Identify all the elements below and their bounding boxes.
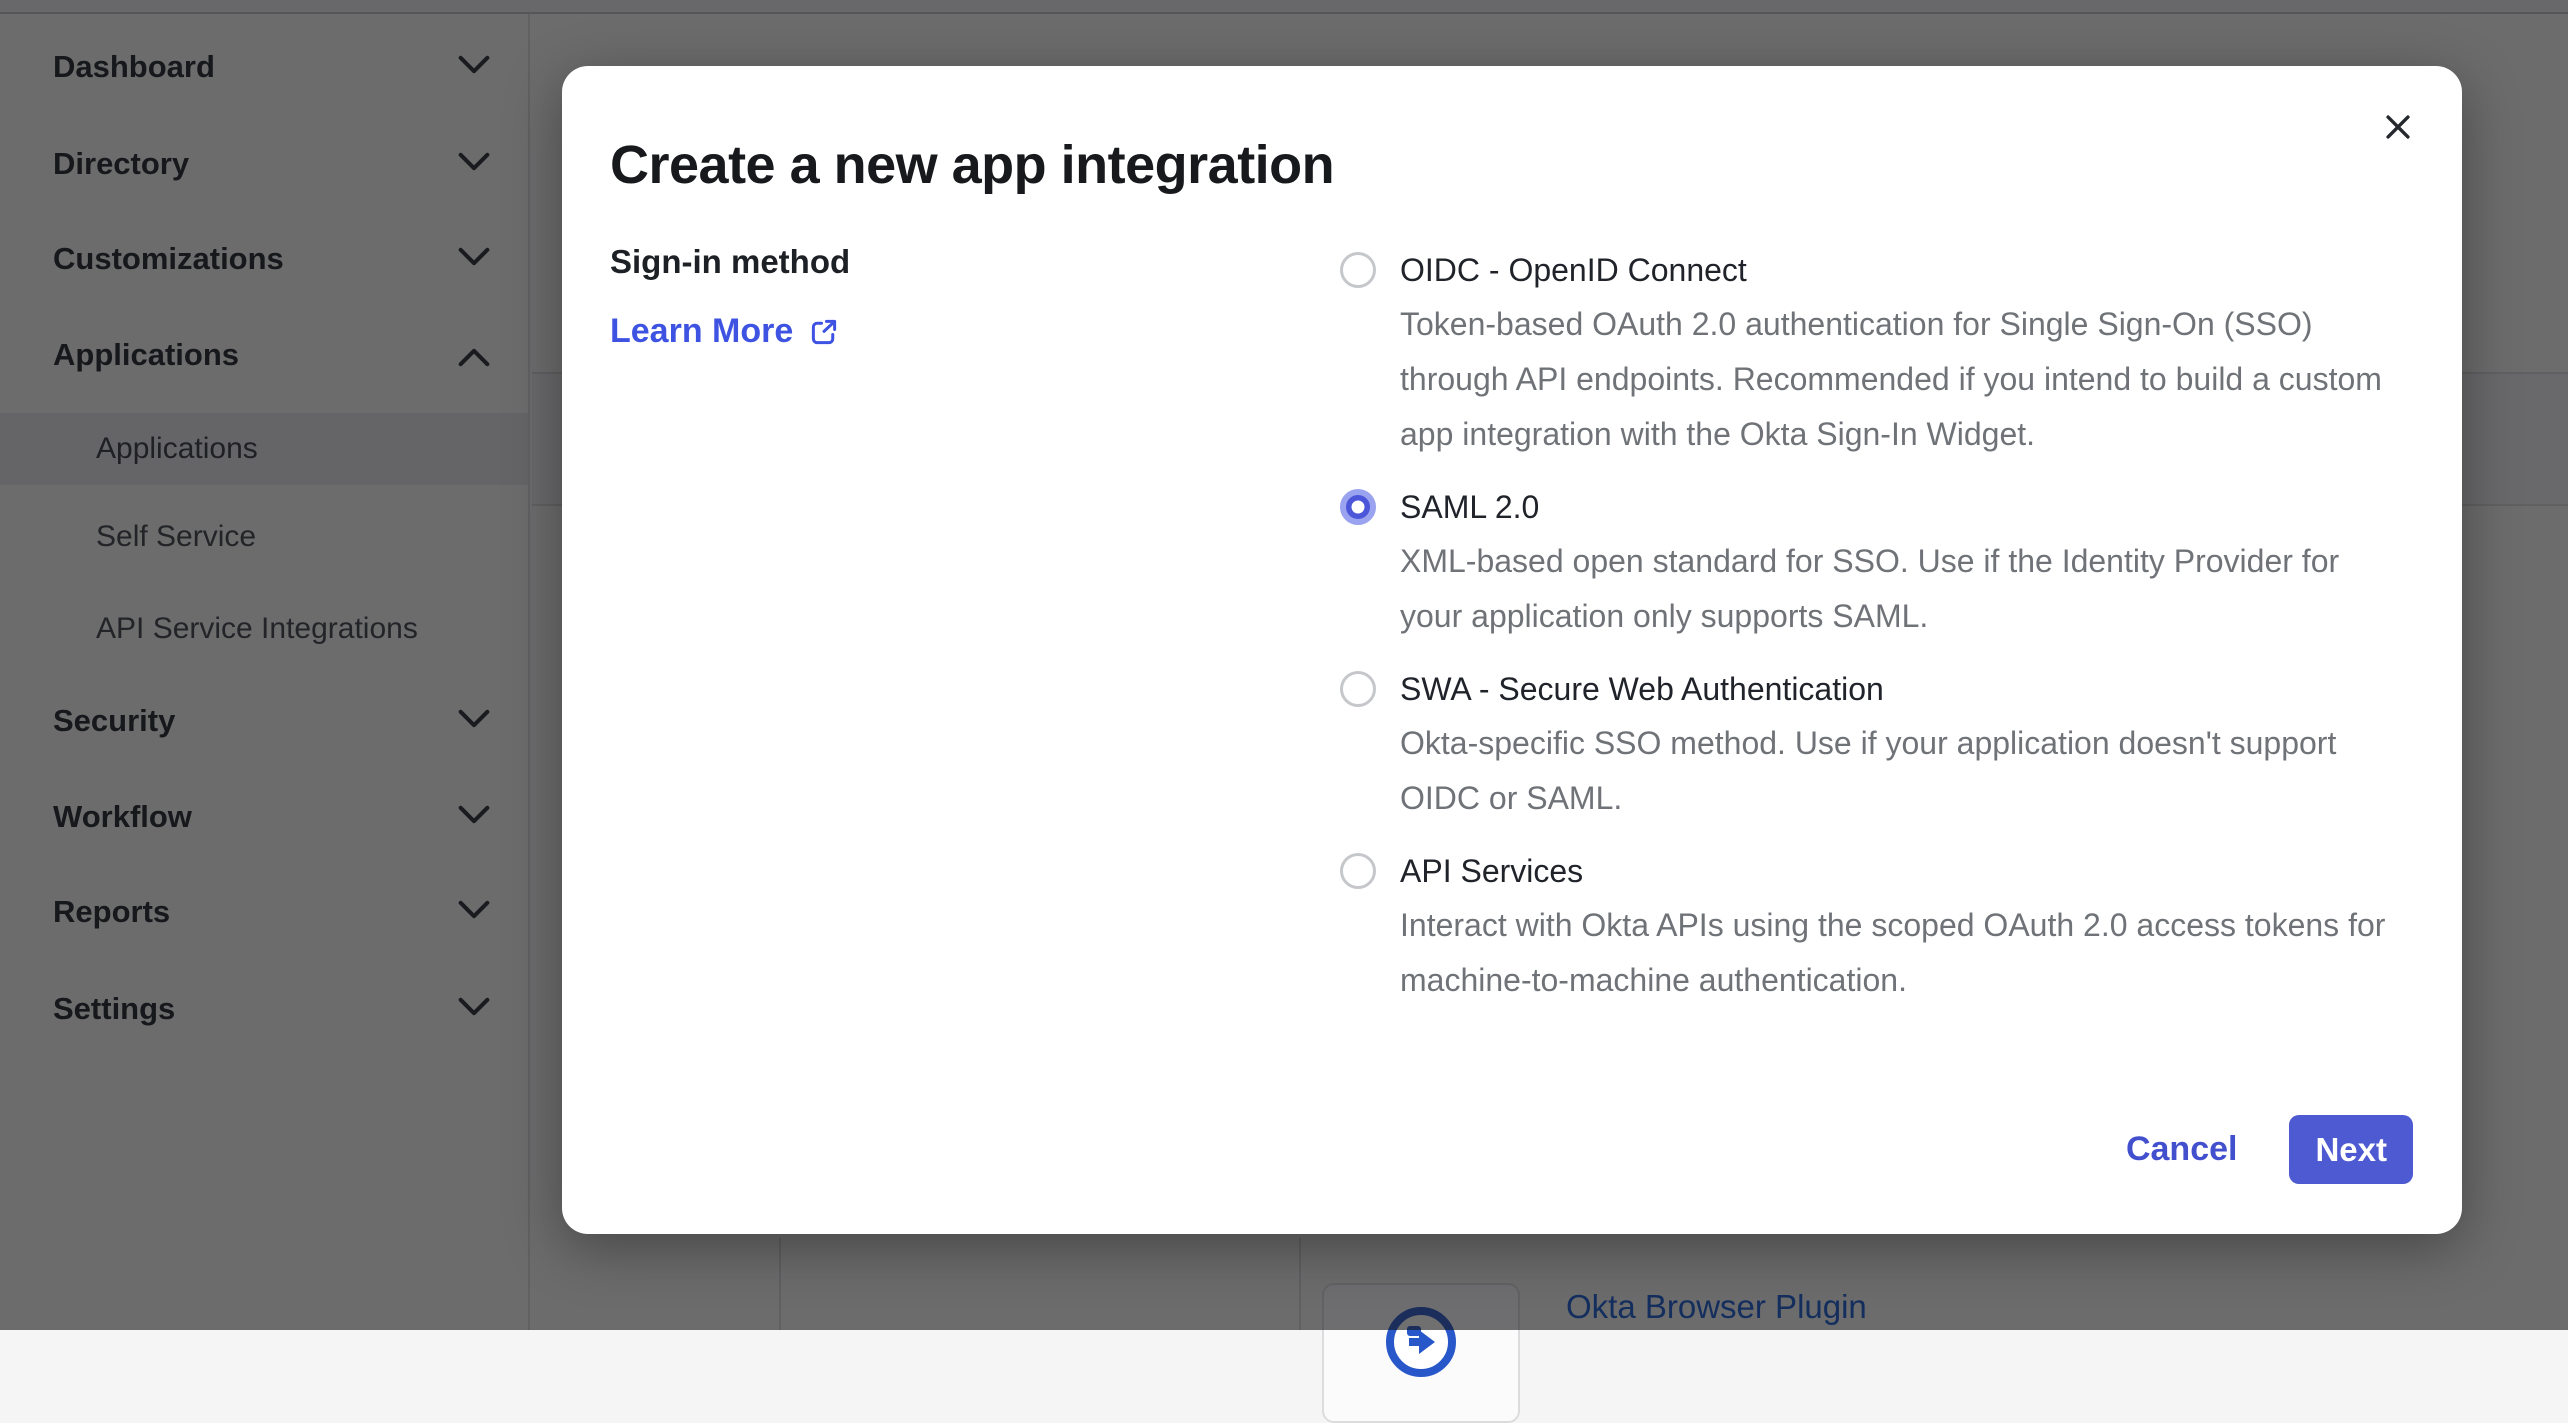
option-description: Interact with Okta APIs using the scoped… [1400,898,2385,1008]
sign-in-method-label: Sign-in method [610,243,850,281]
option-description: Okta-specific SSO method. Use if your ap… [1400,716,2336,826]
cancel-button[interactable]: Cancel [2126,1130,2238,1169]
radio-oidc[interactable] [1340,252,1376,288]
learn-more-link[interactable]: Learn More [610,312,839,351]
option-label[interactable]: API Services [1400,844,2385,898]
option-description: Token-based OAuth 2.0 authentication for… [1400,297,2382,462]
signin-option-api-services[interactable]: API Services Interact with Okta APIs usi… [1340,844,2422,1008]
dialog-footer: Cancel Next [2126,1115,2413,1184]
external-link-icon [809,317,839,347]
close-icon[interactable] [2378,107,2418,147]
radio-api-services[interactable] [1340,853,1376,889]
option-label[interactable]: SAML 2.0 [1400,480,2339,534]
dialog-title: Create a new app integration [610,134,1334,196]
sign-in-method-options: OIDC - OpenID Connect Token-based OAuth … [1340,243,2422,1026]
option-description: XML-based open standard for SSO. Use if … [1400,534,2339,644]
option-label[interactable]: SWA - Secure Web Authentication [1400,662,2336,716]
signin-option-swa[interactable]: SWA - Secure Web Authentication Okta-spe… [1340,662,2422,826]
option-label[interactable]: OIDC - OpenID Connect [1400,243,2382,297]
create-app-integration-dialog: Create a new app integration Sign-in met… [562,66,2462,1234]
radio-saml-selected[interactable] [1340,489,1376,525]
radio-swa[interactable] [1340,671,1376,707]
next-button[interactable]: Next [2289,1115,2413,1184]
signin-option-oidc[interactable]: OIDC - OpenID Connect Token-based OAuth … [1340,243,2422,462]
signin-option-saml[interactable]: SAML 2.0 XML-based open standard for SSO… [1340,480,2422,644]
learn-more-label: Learn More [610,312,793,351]
